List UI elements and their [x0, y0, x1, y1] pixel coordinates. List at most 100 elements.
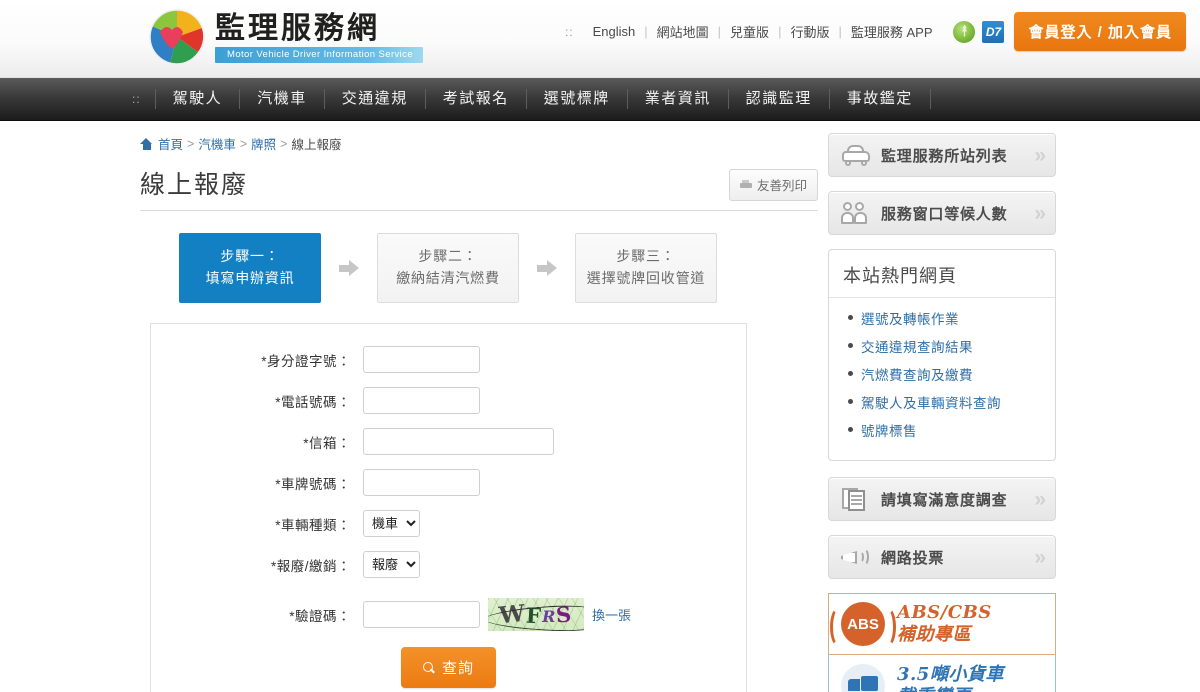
plate-number-input[interactable]: [363, 469, 480, 496]
people-icon: [841, 200, 871, 226]
email-input[interactable]: [363, 428, 554, 455]
form-row-scrap-type: *報廢/繳銷： 報廢: [151, 551, 746, 578]
captcha-image: WFRS: [488, 598, 584, 631]
label-captcha: *驗證碼：: [289, 608, 351, 624]
step-indicator: 步驟一： 填寫申辦資訊 步驟二： 繳納結清汽燃費 步驟三： 選擇號牌回收管道: [140, 233, 818, 303]
breadcrumb-item-home[interactable]: 首頁: [158, 134, 183, 153]
banner-truck-load-change[interactable]: 3.5噸小貨車 載重變更: [828, 655, 1056, 692]
d7-icon[interactable]: D7: [982, 20, 1005, 43]
hot-link-driver-vehicle-data[interactable]: 駕駛人及車輛資料查詢: [861, 396, 1001, 411]
document-pencil-icon: [841, 486, 871, 512]
breadcrumb-item-vehicles[interactable]: 汽機車: [198, 134, 236, 153]
sidebar-item-satisfaction-survey[interactable]: 請填寫滿意度調查 »: [828, 477, 1056, 521]
vehicle-type-select[interactable]: 機車: [363, 510, 420, 537]
content-column: 首頁 > 汽機車 > 牌照 > 線上報廢 線上報廢 友善列印 步驟一： 填寫申辦…: [140, 121, 818, 692]
utility-link-mobile[interactable]: 行動版: [781, 22, 838, 41]
sidebar-item-queue-count-label: 服務窗口等候人數: [881, 205, 1008, 223]
nav-item-accident-appraisal[interactable]: 事故鑑定: [830, 89, 931, 109]
utility-link-sitemap[interactable]: 網站地圖: [648, 22, 718, 41]
page-title: 線上報廢: [140, 171, 249, 199]
breadcrumb-item-current: 線上報廢: [291, 138, 342, 152]
sidebar-item-office-list-label: 監理服務所站列表: [881, 147, 1008, 165]
printer-icon: [739, 179, 752, 190]
label-scrap-type: *報廢/繳銷：: [270, 558, 351, 574]
login-button[interactable]: 會員登入 / 加入會員: [1014, 12, 1186, 51]
captcha-char-3: R: [542, 607, 557, 626]
site-logo[interactable]: 監理服務網 Motor Vehicle Driver Information S…: [148, 8, 424, 66]
car-icon: [841, 142, 871, 168]
nav-item-about[interactable]: 認識監理: [729, 89, 830, 109]
utility-nav: :: English | 網站地圖 | 兒童版 | 行動版 | 監理服務 APP…: [565, 12, 1186, 51]
hot-link-plate-selection[interactable]: 選號及轉帳作業: [861, 312, 959, 327]
list-item: 選號及轉帳作業: [848, 308, 1055, 329]
sidebar-item-online-vote[interactable]: 網路投票 »: [828, 535, 1056, 579]
phone-input[interactable]: [363, 387, 480, 414]
label-email: *信箱：: [303, 435, 351, 451]
id-number-input[interactable]: [363, 346, 480, 373]
nav-item-exam-registration[interactable]: 考試報名: [426, 89, 527, 109]
chevron-right-icon: »: [1034, 143, 1046, 167]
banner-abs-text: ABS/CBS 補助專區: [897, 602, 992, 645]
logo-title-cn: 監理服務網: [215, 10, 380, 46]
abs-badge-icon: ABS: [830, 602, 896, 647]
label-plate-number: *車牌號碼：: [275, 476, 351, 492]
breadcrumb-item-license-plate[interactable]: 牌照: [251, 134, 276, 153]
nav-item-industry-info[interactable]: 業者資訊: [628, 89, 729, 109]
step-3[interactable]: 步驟三： 選擇號牌回收管道: [575, 233, 717, 303]
banner-abs-line2: 補助專區: [897, 624, 971, 645]
breadcrumb: 首頁 > 汽機車 > 牌照 > 線上報廢: [140, 134, 818, 153]
utility-link-app[interactable]: 監理服務 APP: [842, 22, 942, 41]
list-item: 駕駛人及車輛資料查詢: [848, 392, 1055, 413]
step-1-line1: 步驟一：: [220, 248, 280, 265]
print-button[interactable]: 友善列印: [728, 169, 818, 201]
chevron-right-icon: »: [1034, 487, 1046, 511]
logo-mark-icon: [148, 8, 206, 66]
submit-row: 查詢: [151, 647, 746, 688]
sidebar-item-online-vote-label: 網路投票: [881, 549, 945, 567]
captcha-char-2: F: [525, 602, 543, 629]
form-row-vehicle-type: *車輛種類： 機車: [151, 510, 746, 537]
step-arrow-icon: [339, 260, 359, 276]
list-item: 號牌標售: [848, 420, 1055, 441]
form-row-plate-number: *車牌號碼：: [151, 469, 746, 496]
banner-abs-cbs-subsidy[interactable]: ABS ABS/CBS 補助專區: [828, 593, 1056, 655]
label-vehicle-type: *車輛種類：: [275, 517, 351, 533]
breadcrumb-separator: >: [280, 136, 288, 151]
utility-link-english[interactable]: English: [584, 24, 645, 39]
main-navigation: :: 駕駛人 汽機車 交通違規 考試報名 選號標牌 業者資訊 認識監理 事故鑑定: [0, 78, 1200, 121]
step-2[interactable]: 步驟二： 繳納結清汽燃費: [377, 233, 519, 303]
captcha-input[interactable]: [363, 601, 480, 628]
page-title-row: 線上報廢 友善列印: [140, 165, 818, 211]
banner-truck-line2: 載重變更: [897, 686, 971, 692]
hot-pages-title: 本站熱門網頁: [829, 260, 1055, 298]
captcha-image-text: WFRS: [498, 600, 574, 630]
hot-link-fuel-fee[interactable]: 汽燃費查詢及繳費: [861, 368, 973, 383]
step-1[interactable]: 步驟一： 填寫申辦資訊: [179, 233, 321, 303]
scrap-type-select[interactable]: 報廢: [363, 551, 420, 578]
search-submit-button[interactable]: 查詢: [400, 647, 496, 688]
banner-truck-text: 3.5噸小貨車 載重變更: [897, 664, 1004, 692]
label-id-number: *身分證字號：: [261, 353, 351, 369]
utility-nav-dots: ::: [564, 24, 574, 39]
main-nav-dots: ::: [132, 92, 141, 106]
form-row-email: *信箱：: [151, 428, 746, 455]
utility-link-kids[interactable]: 兒童版: [721, 22, 778, 41]
hot-link-plate-auction[interactable]: 號牌標售: [861, 424, 917, 439]
nav-item-drivers[interactable]: 駕駛人: [154, 89, 241, 109]
banner-abs-line1: ABS/CBS: [897, 602, 992, 624]
captcha-char-4: S: [555, 601, 574, 628]
nav-item-plate-selection[interactable]: 選號標牌: [527, 89, 628, 109]
megaphone-icon: [841, 544, 871, 570]
nav-item-violations[interactable]: 交通違規: [325, 89, 426, 109]
captcha-refresh-link[interactable]: 換一張: [592, 605, 631, 624]
sidebar-item-queue-count[interactable]: 服務窗口等候人數 »: [828, 191, 1056, 235]
site-header: 監理服務網 Motor Vehicle Driver Information S…: [0, 0, 1200, 78]
accessibility-icon[interactable]: [953, 20, 976, 43]
sidebar-item-office-list[interactable]: 監理服務所站列表 »: [828, 133, 1056, 177]
sidebar: 監理服務所站列表 » 服務窗口等候人數 » 本站熱門網頁 選號及轉帳作業 交通違…: [828, 121, 1060, 692]
chevron-right-icon: »: [1034, 201, 1046, 225]
list-item: 交通違規查詢結果: [848, 336, 1055, 357]
hot-link-violation-results[interactable]: 交通違規查詢結果: [861, 340, 973, 355]
nav-item-vehicles[interactable]: 汽機車: [240, 89, 325, 109]
banner-truck-line1: 3.5噸小貨車: [897, 663, 1004, 685]
